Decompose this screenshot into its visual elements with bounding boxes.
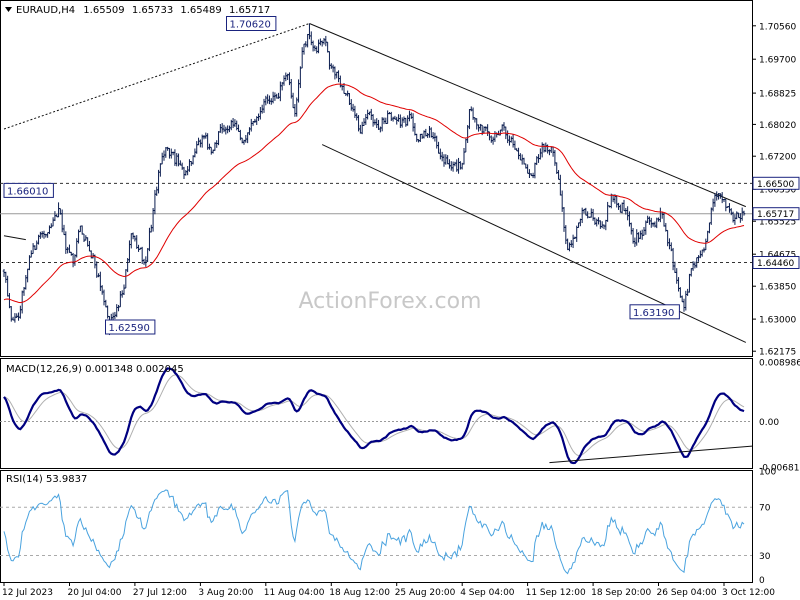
ohlc-open: 1.65509 — [83, 5, 124, 16]
rsi-tick-label: 100 — [759, 468, 776, 478]
swing-high-label: 1.66010 — [7, 186, 48, 197]
trendline — [309, 23, 747, 208]
rsi-tick-label: 30 — [759, 552, 771, 562]
y-tick-label: 1.70560 — [759, 22, 796, 32]
x-tick-label: 11 Sep 12:00 — [526, 588, 586, 598]
rsi-levels — [0, 506, 752, 556]
trendline — [3, 23, 310, 130]
y-tick-label: 1.68020 — [759, 121, 796, 131]
horizontal-levels — [0, 182, 752, 263]
rsi-plot — [0, 489, 752, 575]
x-tick-label: 27 Jul 12:00 — [133, 588, 187, 598]
price-annotations: 1.70620 1.66010 1.62590 1.63190 — [3, 16, 680, 335]
macd-tick-label: 0.008986 — [759, 358, 800, 368]
macd-signal-line — [3, 374, 745, 457]
ohlc-high: 1.65733 — [132, 5, 173, 16]
x-tick-label: 18 Sep 20:00 — [591, 588, 651, 598]
x-tick-label: 3 Aug 20:00 — [198, 588, 253, 598]
x-tick-label: 20 Jul 04:00 — [68, 588, 122, 598]
y-tick-label: 1.69700 — [759, 56, 796, 66]
macd-tick-label: 0.00 — [759, 418, 779, 428]
x-tick-label: 4 Sep 04:00 — [460, 588, 515, 598]
rsi-tick-label: 0 — [759, 576, 765, 586]
y-tick-label: 1.67200 — [759, 153, 796, 163]
ohlc-low: 1.65489 — [180, 5, 221, 16]
y-tick-label: 1.63850 — [759, 283, 796, 293]
macd-line — [3, 367, 745, 465]
high-label: 1.70620 — [230, 20, 271, 31]
x-tick-label: 3 Oct 12:00 — [722, 588, 775, 598]
main-title: EURAUD,H4 1.65509 1.65733 1.65489 1.6571… — [16, 5, 270, 16]
x-tick-label: 25 Aug 20:00 — [395, 588, 456, 598]
y-tick-label: 1.63000 — [759, 316, 796, 326]
rsi-title: RSI(14) 53.9837 — [6, 474, 87, 485]
rsi-panel-frame — [0, 470, 753, 583]
x-tick-label: 18 Aug 12:00 — [329, 588, 390, 598]
x-tick-label: 26 Sep 04:00 — [657, 588, 717, 598]
x-axis-labels: 12 Jul 2023 20 Jul 04:00 27 Jul 12:00 3 Aug… — [2, 582, 775, 598]
x-tick-label: 11 Aug 04:00 — [264, 588, 325, 598]
triangle-down-icon[interactable] — [5, 7, 12, 12]
y-axis-labels: 1.705601.697001.688251.680201.672001.663… — [752, 22, 800, 586]
ohlc-close: 1.65717 — [229, 5, 270, 16]
low-label: 1.63190 — [633, 308, 674, 319]
rsi-tick-label: 70 — [759, 504, 771, 514]
x-tick-label: 12 Jul 2023 — [2, 588, 53, 598]
macd-panel-frame — [0, 358, 753, 469]
y-tick-label: 1.62175 — [759, 348, 796, 358]
macd-title: MACD(12,26,9) 0.001348 0.002045 — [6, 364, 184, 375]
rsi-line — [3, 489, 745, 575]
trendline — [3, 235, 26, 241]
y-tick-label: 1.68825 — [759, 90, 796, 100]
level-price-label: 1.66500 — [757, 180, 794, 190]
macd-plot — [0, 367, 752, 465]
level-price-label: 1.64460 — [757, 259, 794, 269]
symbol-label: EURAUD,H4 — [16, 5, 75, 16]
chart-root: ActionForex.com 1.70620 1.66010 1.62590 1.6… — [0, 0, 800, 598]
moving-average-line — [3, 83, 745, 304]
watermark: ActionForex.com — [299, 289, 482, 314]
swing-low-label: 1.62590 — [109, 323, 150, 334]
level-price-label: 1.65717 — [757, 210, 794, 220]
